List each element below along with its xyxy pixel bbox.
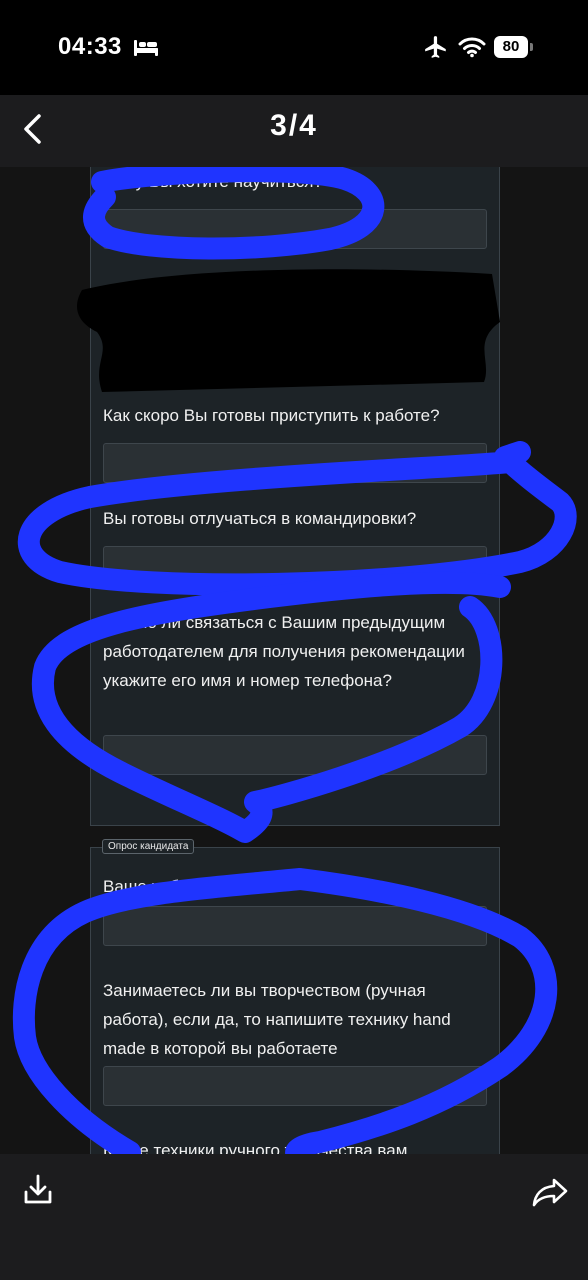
battery-icon: 80 bbox=[494, 36, 528, 58]
input-previous-employer[interactable] bbox=[103, 735, 487, 775]
battery-tip bbox=[530, 43, 533, 51]
page-counter-title: 3/4 bbox=[270, 109, 318, 142]
wifi-icon bbox=[458, 37, 486, 58]
nav-bar: 3/4 bbox=[0, 95, 588, 167]
section-tag: Опрос кандидата bbox=[102, 839, 195, 854]
redaction-scribble bbox=[77, 269, 500, 392]
status-bar: 04:33 80 bbox=[0, 0, 588, 95]
input-learn[interactable] bbox=[103, 209, 487, 249]
field-label-previous-employer: Можно ли связаться с Вашим предыдущим ра… bbox=[103, 613, 465, 690]
bed-icon bbox=[134, 40, 158, 56]
input-business-trips[interactable] bbox=[103, 546, 487, 586]
input-handmade[interactable] bbox=[103, 1066, 487, 1106]
field-label-start-work: Как скоро Вы готовы приступить к работе? bbox=[103, 406, 440, 425]
image-viewer-content: Чему Вы хотите научиться? Как скоро Вы г… bbox=[0, 167, 588, 1154]
airplane-icon bbox=[425, 36, 446, 58]
field-label-learn: Чему Вы хотите научиться? bbox=[103, 172, 323, 191]
form-section-candidate-survey: Опрос кандидата Ваше хобби Занимаетесь л… bbox=[90, 839, 500, 1154]
input-start-work[interactable] bbox=[103, 443, 487, 483]
field-label-handmade: Занимаетесь ли вы творчеством (ручная ра… bbox=[103, 981, 451, 1058]
input-hobby[interactable] bbox=[103, 906, 487, 946]
field-label-business-trips: Вы готовы отлучаться в командировки? bbox=[103, 509, 417, 528]
status-time: 04:33 bbox=[58, 33, 122, 60]
share-icon[interactable] bbox=[530, 1174, 570, 1210]
field-label-craft-techniques: Какие техники ручного творчества вам bbox=[103, 1141, 408, 1154]
field-label-hobby: Ваше хобби bbox=[103, 877, 199, 896]
bottom-toolbar bbox=[0, 1154, 588, 1280]
save-download-icon[interactable] bbox=[20, 1172, 56, 1208]
